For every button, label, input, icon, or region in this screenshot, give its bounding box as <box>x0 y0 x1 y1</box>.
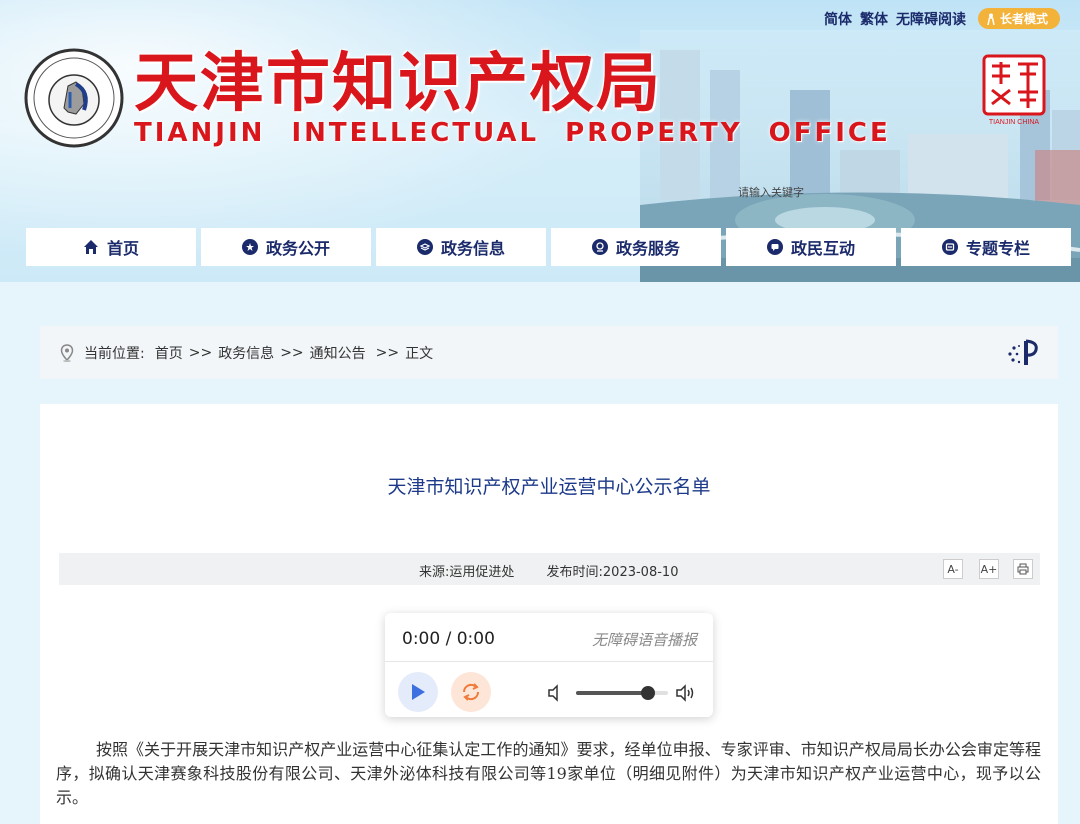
article-paragraph: 按照《关于开展天津市知识产权产业运营中心征集认定工作的通知》要求，经单位申报、专… <box>56 740 1041 807</box>
nav-label: 首页 <box>106 239 139 258</box>
volume-slider-handle[interactable] <box>640 686 655 700</box>
service-icon <box>591 239 608 255</box>
elder-mode-button[interactable]: 长者模式 <box>977 8 1060 29</box>
nav-label: 政民互动 <box>790 239 855 258</box>
topic-icon <box>941 239 958 255</box>
nav-item-gov-service[interactable]: 政务服务 <box>551 228 721 266</box>
nav-label: 政务公开 <box>265 239 330 258</box>
site-header: 简体 繁体 无障碍阅读 长者模式 天津市知识产权局 TIANJIN INTELL… <box>0 0 1080 282</box>
article-title: 天津市知识产权产业运营中心公示名单 <box>387 476 711 498</box>
player-divider <box>385 661 713 662</box>
audio-label: 无障碍语音播报 <box>591 631 697 649</box>
print-button[interactable] <box>1013 559 1033 579</box>
loop-button[interactable] <box>451 672 491 712</box>
elder-mode-label: 长者模式 <box>999 12 1048 26</box>
nav-label: 政务信息 <box>440 239 505 258</box>
nav-item-home[interactable]: 首页 <box>26 228 196 266</box>
layers-icon <box>416 239 433 255</box>
home-icon <box>83 240 98 254</box>
tianjin-seal-logo: TIANJIN CHINA <box>982 54 1046 126</box>
font-increase-button[interactable]: A+ <box>979 559 999 579</box>
nav-item-interaction[interactable]: 政民互动 <box>726 228 896 266</box>
font-decrease-button[interactable]: A- <box>943 559 963 579</box>
breadcrumb-notices[interactable]: 通知公告 <box>310 343 366 363</box>
play-button[interactable] <box>398 672 438 712</box>
volume-slider[interactable] <box>576 686 668 700</box>
nav-label: 专题专栏 <box>965 239 1030 258</box>
audio-player: 0:00 / 0:00 无障碍语音播报 <box>385 613 713 717</box>
breadcrumb-prefix: 当前位置: <box>84 345 145 362</box>
nav-label: 政务服务 <box>615 239 680 258</box>
nav-item-gov-info[interactable]: 政务信息 <box>376 228 546 266</box>
nav-item-special-topics[interactable]: 专题专栏 <box>901 228 1071 266</box>
site-title-chinese: 天津市知识产权局 <box>134 47 662 121</box>
main-nav: 首页 政务公开 政务信息 政务服务 政民互动 专题专栏 <box>26 228 1071 266</box>
breadcrumb-home[interactable]: 首页 <box>155 343 183 363</box>
seal-caption: TIANJIN CHINA <box>989 119 1040 126</box>
article-meta-bar: 来源:运用促进处 发布时间:2023-08-10 A- A+ <box>59 553 1040 585</box>
location-pin-icon <box>60 343 74 362</box>
simplified-chinese-link[interactable]: 简体 <box>824 9 852 29</box>
office-emblem-logo[interactable] <box>24 48 124 148</box>
breadcrumb-separator: >> <box>375 344 400 361</box>
nav-item-gov-disclosure[interactable]: 政务公开 <box>201 228 371 266</box>
traditional-chinese-link[interactable]: 繁体 <box>860 9 888 29</box>
volume-high-icon[interactable] <box>675 683 697 703</box>
top-toolbar: 简体 繁体 无障碍阅读 长者模式 <box>824 8 1060 29</box>
search-input-placeholder[interactable]: 请输入关键字 <box>738 184 804 200</box>
person-icon <box>987 13 995 25</box>
volume-low-icon[interactable] <box>547 684 565 702</box>
loop-icon <box>462 683 480 701</box>
breadcrumb: 当前位置: 首页 >> 政务信息 >> 通知公告 >> 正文 <box>40 326 1058 379</box>
breadcrumb-gov-info[interactable]: 政务信息 <box>218 343 274 363</box>
article-meta-info: 来源:运用促进处 发布时间:2023-08-10 <box>419 561 706 580</box>
play-icon <box>412 684 425 700</box>
article-source: 来源:运用促进处 <box>419 565 515 580</box>
accessible-reading-link[interactable]: 无障碍阅读 <box>896 9 966 29</box>
site-title-english: TIANJIN INTELLECTUAL PROPERTY OFFICE <box>134 118 891 148</box>
printer-icon <box>1017 563 1029 575</box>
breadcrumb-current: 正文 <box>405 345 434 362</box>
article-panel: 天津市知识产权产业运营中心公示名单 来源:运用促进处 发布时间:2023-08-… <box>40 404 1058 824</box>
article-publish-time: 发布时间:2023-08-10 <box>546 565 679 580</box>
audio-time: 0:00 / 0:00 <box>402 629 495 649</box>
volume-slider-fill <box>576 691 648 695</box>
chat-icon <box>766 239 783 255</box>
star-badge-icon <box>241 239 258 255</box>
breadcrumb-separator: >> <box>188 344 213 361</box>
breadcrumb-separator: >> <box>280 344 304 361</box>
ip-logo-icon <box>1008 339 1038 365</box>
